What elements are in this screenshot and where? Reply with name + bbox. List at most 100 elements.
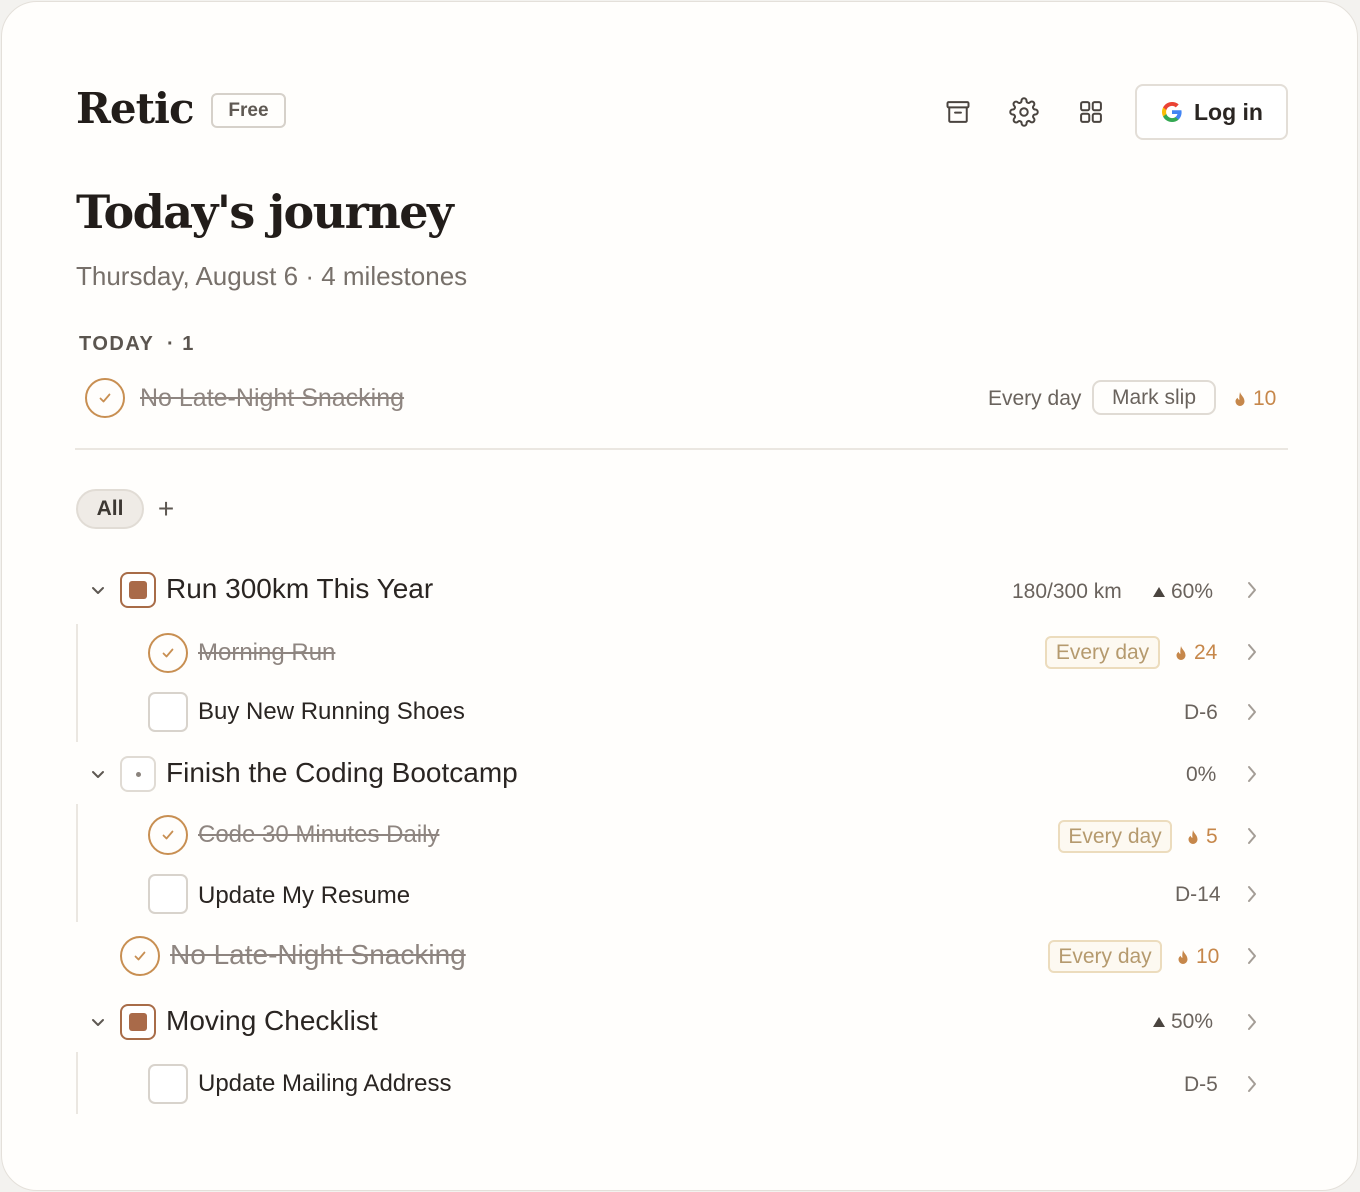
- streak-count: 5: [1206, 825, 1218, 848]
- task-code-daily-frequency: Every day: [1058, 820, 1172, 853]
- filter-all-chip[interactable]: All: [76, 489, 144, 529]
- mark-slip-button[interactable]: Mark slip: [1092, 380, 1216, 415]
- login-button[interactable]: Log in: [1135, 84, 1288, 140]
- task-code-daily-open-arrow[interactable]: [1244, 825, 1260, 847]
- goal-2-title[interactable]: Finish the Coding Bootcamp: [166, 757, 518, 789]
- task-morning-run-frequency: Every day: [1045, 636, 1160, 669]
- settings-button[interactable]: [1008, 96, 1040, 128]
- goal-empty-mark: [135, 771, 141, 777]
- task-morning-run-streak: 24: [1174, 641, 1217, 665]
- today-label: TODAY: [79, 333, 154, 355]
- app-card: Retic Free Log in Today's journey Thursd…: [1, 1, 1358, 1191]
- habit-snacking-checkbox[interactable]: [120, 936, 160, 976]
- goal-2-icon[interactable]: [120, 756, 156, 792]
- task-resume-checkbox[interactable]: [148, 874, 188, 914]
- task-code-daily-title[interactable]: Code 30 Minutes Daily: [198, 821, 439, 849]
- today-count: · 1: [167, 333, 195, 355]
- goal-fill-mark: [129, 581, 147, 599]
- gear-icon: [1009, 97, 1039, 127]
- flame-icon: [1176, 645, 1186, 660]
- task-resume-open-arrow[interactable]: [1244, 883, 1260, 905]
- goal-3-percent: 50%: [1152, 1010, 1213, 1034]
- goal-2-percent: 0%: [1186, 763, 1217, 786]
- goal-1-progress: 180/300 km: [1012, 580, 1122, 603]
- today-item-streak: 10: [1233, 387, 1276, 411]
- goal-1-collapse-toggle[interactable]: [87, 579, 109, 601]
- triangle-up-icon: [1153, 1017, 1165, 1027]
- task-running-shoes-open-arrow[interactable]: [1244, 701, 1260, 723]
- today-item-frequency: Every day: [988, 387, 1082, 410]
- triangle-up-icon: [1153, 587, 1165, 597]
- goal-3-percent-value: 50%: [1171, 1010, 1214, 1033]
- goal-1-percent-value: 60%: [1171, 580, 1214, 603]
- habit-snacking-title[interactable]: No Late-Night Snacking: [170, 939, 466, 971]
- chevron-right-icon: [1248, 1014, 1256, 1030]
- goal-1-title[interactable]: Run 300km This Year: [166, 573, 433, 605]
- task-resume-due: D-14: [1175, 883, 1221, 906]
- flame-icon: [1188, 829, 1198, 844]
- chevron-right-icon: [1248, 704, 1256, 720]
- chevron-right-icon: [1248, 948, 1256, 964]
- task-mailing-address-title[interactable]: Update Mailing Address: [198, 1070, 451, 1098]
- goal-3-guide-line: [76, 1052, 78, 1114]
- today-section-label: TODAY · 1: [79, 333, 195, 356]
- goal-fill-mark: [129, 1013, 147, 1031]
- goal-3-collapse-toggle[interactable]: [87, 1011, 109, 1033]
- check-icon: [162, 648, 174, 658]
- chevron-down-icon: [92, 1019, 104, 1026]
- page-title: Today's journey: [76, 185, 454, 239]
- check-icon: [99, 393, 111, 403]
- goal-2-open-arrow[interactable]: [1244, 763, 1260, 785]
- streak-count: 24: [1194, 641, 1218, 664]
- chevron-right-icon: [1248, 582, 1256, 598]
- habit-snacking-open-arrow[interactable]: [1244, 945, 1260, 967]
- task-mailing-address-due: D-5: [1184, 1073, 1218, 1096]
- archive-button[interactable]: [942, 96, 974, 128]
- chevron-right-icon: [1248, 828, 1256, 844]
- habit-snacking-frequency: Every day: [1048, 940, 1162, 973]
- task-resume-title[interactable]: Update My Resume: [198, 882, 410, 910]
- archive-icon: [946, 101, 970, 123]
- today-streak-count: 10: [1253, 387, 1277, 410]
- task-mailing-address-checkbox[interactable]: [148, 1064, 188, 1104]
- today-item-title[interactable]: No Late-Night Snacking: [140, 384, 404, 413]
- task-morning-run-open-arrow[interactable]: [1244, 641, 1260, 663]
- check-icon: [162, 830, 174, 840]
- google-icon: [1162, 102, 1182, 122]
- task-code-daily-checkbox[interactable]: [148, 815, 188, 855]
- goal-2-guide-line: [76, 804, 78, 922]
- check-icon: [134, 951, 146, 961]
- login-label: Log in: [1194, 98, 1263, 125]
- task-mailing-address-open-arrow[interactable]: [1244, 1073, 1260, 1095]
- brand-logo[interactable]: Retic: [76, 84, 195, 133]
- add-filter-button[interactable]: +: [154, 492, 178, 526]
- goal-1-open-arrow[interactable]: [1244, 579, 1260, 601]
- goal-3-title[interactable]: Moving Checklist: [166, 1005, 378, 1037]
- goal-3-icon[interactable]: [120, 1004, 156, 1040]
- goal-1-icon[interactable]: [120, 572, 156, 608]
- plan-badge: Free: [211, 93, 286, 128]
- task-code-daily-streak: 5: [1186, 825, 1218, 849]
- apps-button[interactable]: [1075, 96, 1107, 128]
- goal-3-open-arrow[interactable]: [1244, 1011, 1260, 1033]
- task-running-shoes-title[interactable]: Buy New Running Shoes: [198, 698, 465, 726]
- today-item-checkbox[interactable]: [85, 378, 125, 418]
- flame-icon: [1235, 391, 1245, 406]
- chevron-right-icon: [1248, 886, 1256, 902]
- habit-snacking-streak: 10: [1176, 945, 1219, 969]
- task-running-shoes-checkbox[interactable]: [148, 692, 188, 732]
- task-running-shoes-due: D-6: [1184, 701, 1218, 724]
- chevron-down-icon: [92, 771, 104, 778]
- goal-1-guide-line: [76, 624, 78, 742]
- goal-1-percent: 60%: [1152, 580, 1213, 604]
- chevron-down-icon: [92, 587, 104, 594]
- task-morning-run-checkbox[interactable]: [148, 633, 188, 673]
- grid-icon: [1080, 101, 1102, 123]
- streak-count: 10: [1196, 945, 1220, 968]
- chevron-right-icon: [1248, 1076, 1256, 1092]
- section-divider: [75, 448, 1288, 450]
- page-subtitle: Thursday, August 6 · 4 milestones: [76, 261, 468, 291]
- task-morning-run-title[interactable]: Morning Run: [198, 639, 335, 667]
- goal-2-collapse-toggle[interactable]: [87, 763, 109, 785]
- chevron-right-icon: [1248, 766, 1256, 782]
